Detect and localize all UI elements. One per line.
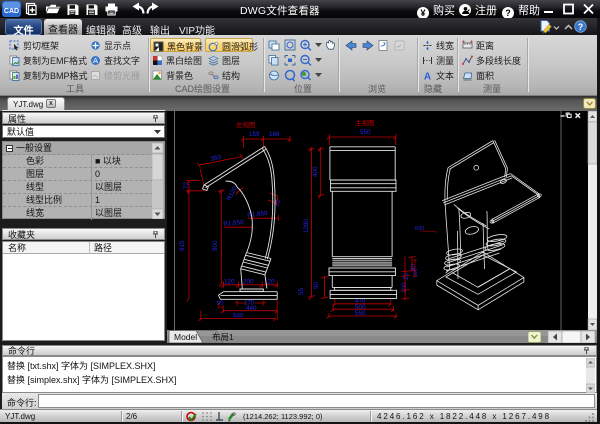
svg-text:左视图: 左视图 — [236, 120, 256, 129]
svg-text:159: 159 — [249, 131, 260, 138]
svg-text:550: 550 — [360, 129, 371, 136]
svg-text:168: 168 — [269, 131, 280, 138]
svg-text:90: 90 — [217, 300, 225, 307]
svg-text:主视图: 主视图 — [355, 118, 375, 127]
svg-text:布局1: 布局1 — [212, 332, 234, 342]
svg-text:Model: Model — [174, 332, 197, 342]
svg-text:CAD: CAD — [4, 8, 19, 15]
svg-text:300: 300 — [413, 268, 419, 277]
svg-text:400: 400 — [312, 166, 319, 177]
svg-text:A: A — [424, 72, 431, 82]
svg-text:55: 55 — [298, 287, 305, 295]
svg-text:?: ? — [578, 22, 584, 32]
svg-text:200: 200 — [401, 282, 408, 293]
svg-text:90: 90 — [313, 281, 320, 289]
svg-text:1280: 1280 — [303, 218, 310, 233]
svg-text:915: 915 — [179, 240, 186, 251]
svg-text:900: 900 — [212, 240, 219, 251]
svg-text:A: A — [93, 56, 98, 65]
